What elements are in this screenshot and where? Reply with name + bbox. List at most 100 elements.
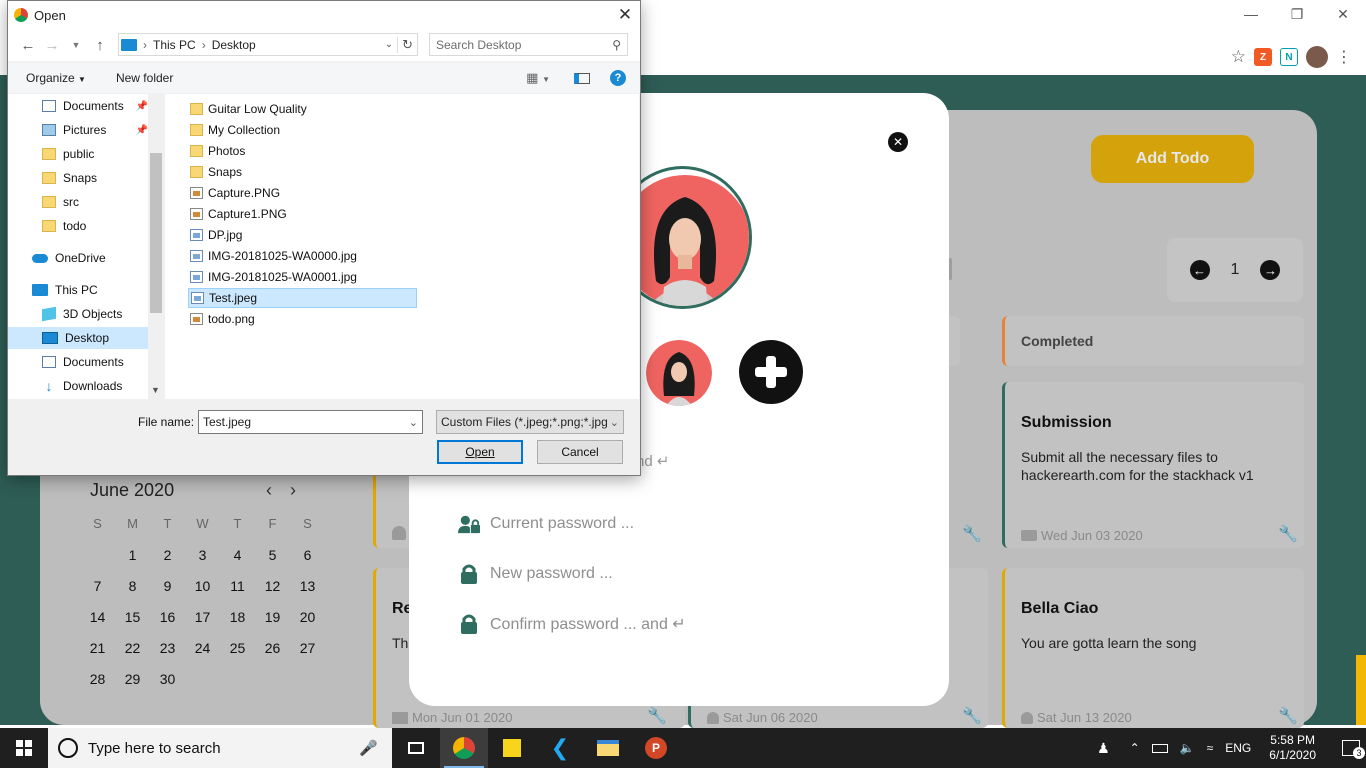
avatar-option[interactable] <box>646 340 712 406</box>
cancel-button[interactable]: Cancel <box>537 440 623 464</box>
new-folder-button[interactable]: New folder <box>116 71 173 85</box>
nav-item-downloads[interactable]: ↓ Downloads <box>8 375 148 397</box>
organize-button[interactable]: Organize ▼ <box>26 71 86 85</box>
vscode-icon[interactable]: ❮ <box>536 728 584 768</box>
extension-icon[interactable]: N <box>1280 48 1298 66</box>
wrench-icon[interactable]: 🔧 <box>1278 706 1298 726</box>
confirm-password-field[interactable]: Confirm password ... and ↵ <box>458 613 686 635</box>
nav-item-onedrive[interactable]: OneDrive <box>8 247 148 269</box>
battery-icon[interactable] <box>1151 743 1168 753</box>
chevron-down-icon[interactable]: ⌄ <box>610 416 619 429</box>
view-options-icon[interactable]: ▦ ▼ <box>526 70 550 86</box>
chevron-right-icon[interactable]: › <box>290 480 296 501</box>
nav-item-3d-objects[interactable]: 3D Objects <box>8 303 148 325</box>
calendar-day[interactable]: 18 <box>220 607 255 627</box>
refresh-icon[interactable]: ↻ <box>397 36 417 53</box>
taskbar-search[interactable]: Type here to search 🎤 <box>48 728 392 768</box>
prev-page-icon[interactable]: ← <box>1189 260 1210 280</box>
calendar-day[interactable]: 28 <box>80 669 115 689</box>
calendar-day[interactable]: 4 <box>220 545 255 565</box>
calendar-day[interactable]: 1 <box>115 545 150 565</box>
nav-scroll-thumb[interactable] <box>150 153 162 313</box>
file-item-selected[interactable]: Test.jpeg <box>188 288 417 308</box>
task-view-icon[interactable] <box>392 728 440 768</box>
file-item-image[interactable]: Capture.PNG <box>188 183 284 203</box>
open-button[interactable]: Open <box>437 440 523 464</box>
file-item-folder[interactable]: Photos <box>188 141 249 161</box>
wrench-icon[interactable]: 🔧 <box>962 524 982 544</box>
chevron-down-icon[interactable]: ⌄ <box>409 416 418 429</box>
nav-item-documents[interactable]: Documents <box>8 351 148 373</box>
file-item-image[interactable]: Capture1.PNG <box>188 204 291 224</box>
file-item-image[interactable]: IMG-20181025-WA0001.jpg <box>188 267 361 287</box>
file-item-image[interactable]: DP.jpg <box>188 225 246 245</box>
menu-kebab-icon[interactable]: ⋮ <box>1336 47 1352 67</box>
wifi-icon[interactable]: ≈ <box>1207 741 1214 755</box>
file-item-folder[interactable]: Snaps <box>188 162 246 182</box>
current-password-field[interactable]: Current password ... <box>458 513 634 535</box>
nav-item-src[interactable]: src <box>8 191 148 213</box>
scroll-down-icon[interactable]: ▼ <box>151 385 160 395</box>
calendar-day[interactable]: 30 <box>150 669 185 689</box>
clock[interactable]: 5:58 PM 6/1/2020 <box>1269 733 1316 763</box>
calendar-day[interactable]: 24 <box>185 638 220 658</box>
language-indicator[interactable]: ENG <box>1225 741 1251 755</box>
file-type-select[interactable]: Custom Files (*.jpeg;*.png;*.jpg ⌄ <box>436 410 624 434</box>
nav-item-todo[interactable]: todo <box>8 215 148 237</box>
forward-icon[interactable]: → <box>40 37 64 54</box>
notification-center-icon[interactable]: 3 <box>1342 740 1365 759</box>
todo-card[interactable]: Submission Submit all the necessary file… <box>1002 382 1304 548</box>
minimize-button[interactable]: — <box>1228 0 1274 28</box>
next-page-icon[interactable]: → <box>1260 260 1281 280</box>
calendar-day[interactable]: 6 <box>290 545 325 565</box>
close-modal-icon[interactable]: ✕ <box>888 132 908 152</box>
calendar-day[interactable]: 10 <box>185 576 220 596</box>
calendar-day[interactable]: 16 <box>150 607 185 627</box>
calendar-day[interactable]: 12 <box>255 576 290 596</box>
microphone-icon[interactable]: 🎤 <box>359 739 378 757</box>
page-scrollbar[interactable] <box>1356 655 1366 725</box>
add-avatar-icon[interactable] <box>739 340 803 404</box>
calendar-day[interactable]: 5 <box>255 545 290 565</box>
extension-icon[interactable]: Z <box>1254 48 1272 66</box>
todo-card[interactable]: Bella Ciao You are gotta learn the song … <box>1002 568 1304 728</box>
restore-button[interactable]: ❐ <box>1274 0 1320 28</box>
search-input[interactable]: Search Desktop ⚲ <box>429 33 628 56</box>
calendar-day[interactable]: 21 <box>80 638 115 658</box>
star-bookmark-icon[interactable]: ☆ <box>1231 47 1246 67</box>
calendar-day[interactable]: 22 <box>115 638 150 658</box>
calendar-day[interactable]: 3 <box>185 545 220 565</box>
show-hidden-icons-icon[interactable]: ⌃ <box>1130 741 1140 755</box>
breadcrumb-this-pc[interactable]: This PC <box>153 38 196 52</box>
sticky-notes-icon[interactable] <box>488 728 536 768</box>
calendar-day[interactable]: 9 <box>150 576 185 596</box>
calendar-day[interactable]: 20 <box>290 607 325 627</box>
profile-avatar[interactable] <box>1306 46 1328 68</box>
file-item-image[interactable]: IMG-20181025-WA0000.jpg <box>188 246 361 266</box>
people-icon[interactable]: ♟ <box>1097 740 1110 757</box>
volume-icon[interactable]: 🔈 <box>1180 741 1195 755</box>
calendar-day[interactable]: 2 <box>150 545 185 565</box>
pin-icon[interactable]: 📌 <box>136 125 148 136</box>
nav-item-snaps[interactable]: Snaps <box>8 167 148 189</box>
file-item-folder[interactable]: My Collection <box>188 120 284 140</box>
wrench-icon[interactable]: 🔧 <box>647 706 667 726</box>
new-password-field[interactable]: New password ... <box>458 563 613 585</box>
up-folder-icon[interactable]: ↑ <box>88 37 112 54</box>
add-todo-button[interactable]: Add Todo <box>1091 135 1254 183</box>
nav-item-this-pc[interactable]: This PC <box>8 279 148 301</box>
calendar-day[interactable]: 13 <box>290 576 325 596</box>
calendar-day[interactable]: 15 <box>115 607 150 627</box>
close-dialog-icon[interactable]: ✕ <box>610 1 640 29</box>
address-bar[interactable]: › This PC › Desktop ⌄ ↻ <box>118 33 418 56</box>
powerpoint-icon[interactable]: P <box>632 728 680 768</box>
file-name-input[interactable]: Test.jpeg ⌄ <box>198 410 423 434</box>
wrench-icon[interactable]: 🔧 <box>1278 524 1298 544</box>
close-window-button[interactable]: ✕ <box>1320 0 1366 28</box>
start-button[interactable] <box>0 728 48 768</box>
file-item-image[interactable]: todo.png <box>188 309 259 329</box>
calendar-day[interactable]: 17 <box>185 607 220 627</box>
nav-item-desktop[interactable]: Desktop <box>8 327 148 349</box>
file-item-folder[interactable]: Guitar Low Quality <box>188 99 311 119</box>
calendar-day[interactable]: 7 <box>80 576 115 596</box>
